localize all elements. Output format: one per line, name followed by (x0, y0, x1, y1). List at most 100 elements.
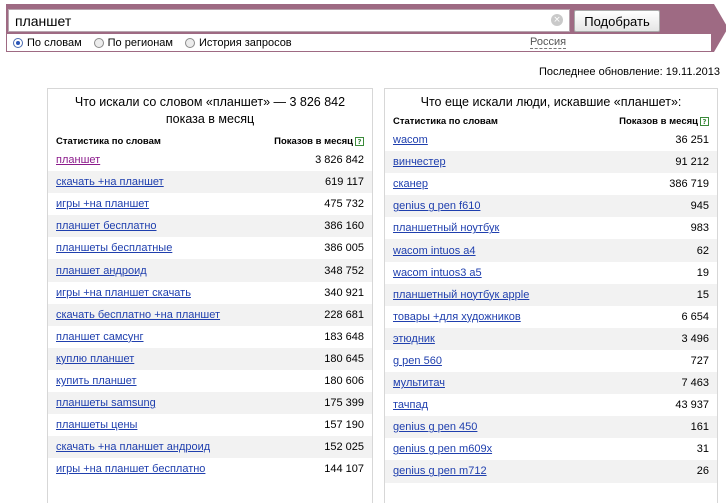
impressions-count: 475 732 (324, 198, 364, 211)
table-row: планшетный ноутбук apple 15 (385, 283, 717, 306)
table-row: планшет самсунг 183 648 (48, 325, 372, 348)
impressions-count: 183 648 (324, 330, 364, 343)
impressions-count: 19 (696, 266, 709, 279)
radio-selected-icon[interactable] (13, 38, 23, 48)
phrase-link[interactable]: игры +на планшет бесплатно (56, 463, 205, 475)
phrase-list: планшет 3 826 842 скачать +на планшет 619 … (48, 149, 372, 481)
impressions-count: 31 (696, 443, 709, 456)
table-row: g pen 560 727 (385, 349, 717, 373)
radio-icon[interactable] (93, 38, 104, 48)
phrase-link[interactable]: планшеты samsung (56, 397, 156, 409)
mode-by-words[interactable]: По словам (13, 37, 82, 49)
impressions-count: 91 212 (675, 156, 709, 169)
phrase-link[interactable]: планшеты бесплатные (56, 242, 172, 254)
table-header: Статистика по словам Показов в месяц ? (385, 113, 717, 129)
table-row: wacom 36 251 (385, 129, 717, 152)
phrase-link[interactable]: куплю планшет (56, 353, 134, 365)
table-row: планшеты цены 157 190 (48, 414, 372, 437)
phrase-link[interactable]: genius g pen f610 (393, 200, 480, 212)
phrase-link[interactable]: genius g pen m712 (393, 465, 487, 477)
impressions-count: 26 (696, 465, 709, 478)
phrase-link[interactable]: планшет самсунг (56, 331, 144, 343)
impressions-count: 62 (696, 244, 709, 257)
impressions-count: 386 160 (324, 220, 364, 233)
mode-label: По регионам (107, 37, 173, 49)
table-row: мультитач 7 463 (385, 372, 717, 395)
search-mode-group: По словам По регионам История запросов (13, 36, 304, 50)
table-row: куплю планшет 180 645 (48, 347, 372, 370)
phrase-link[interactable]: планшет бесплатно (56, 220, 157, 232)
phrase-link[interactable]: планшеты цены (56, 419, 137, 431)
column-count: Показов в месяц (619, 115, 698, 127)
phrase-link[interactable]: скачать +на планшет андроид (56, 441, 210, 453)
phrase-link[interactable]: игры +на планшет скачать (56, 287, 191, 299)
table-row: genius g pen m712 26 (385, 460, 717, 483)
phrase-link[interactable]: мультитач (393, 377, 445, 389)
impressions-count: 228 681 (324, 308, 364, 321)
phrase-link[interactable]: скачать +на планшет (56, 176, 164, 188)
phrase-link[interactable]: тачпад (393, 399, 428, 411)
table-row: винчестер 91 212 (385, 151, 717, 174)
impressions-count: 348 752 (324, 264, 364, 277)
mode-query-history[interactable]: История запросов (185, 37, 292, 49)
table-row: товары +для художников 6 654 (385, 305, 717, 328)
impressions-count: 15 (696, 288, 709, 301)
clear-icon[interactable]: × (551, 14, 563, 26)
impressions-count: 340 921 (324, 286, 364, 299)
table-row: сканер 386 719 (385, 173, 717, 196)
impressions-count: 386 005 (324, 242, 364, 255)
table-row: планшет бесплатно 386 160 (48, 215, 372, 238)
phrase-link[interactable]: скачать бесплатно +на планшет (56, 309, 220, 321)
phrase-link[interactable]: сканер (393, 178, 428, 190)
impressions-count: 983 (690, 222, 709, 235)
impressions-count: 3 496 (681, 332, 709, 345)
phrase-link[interactable]: wacom intuos a4 (393, 245, 476, 257)
phrase-link[interactable]: g pen 560 (393, 355, 442, 367)
impressions-count: 144 107 (324, 463, 364, 476)
submit-button[interactable]: Подобрать (574, 10, 660, 32)
phrase-link[interactable]: genius g pen 450 (393, 421, 477, 433)
table-row: скачать +на планшет 619 117 (48, 171, 372, 194)
phrase-link[interactable]: планшетный ноутбук (393, 222, 499, 234)
table-row: genius g pen 450 161 (385, 416, 717, 439)
phrase-link[interactable]: планшет (56, 154, 100, 166)
region-selector[interactable]: Россия (530, 36, 567, 49)
impressions-count: 727 (690, 354, 709, 367)
phrase-link[interactable]: планшет андроид (56, 265, 147, 277)
search-input[interactable] (8, 9, 570, 32)
impressions-count: 619 117 (325, 176, 364, 189)
help-icon[interactable]: ? (700, 116, 709, 126)
table-row: этюдник 3 496 (385, 327, 717, 350)
impressions-count: 161 (690, 421, 709, 434)
table-row: игры +на планшет 475 732 (48, 193, 372, 216)
impressions-count: 7 463 (681, 377, 709, 390)
table-row: скачать бесплатно +на планшет 228 681 (48, 303, 372, 326)
panel-title: Что еще искали люди, искавшие «планшет»: (420, 95, 682, 109)
related-with-word-panel: Что искали со словом «планшет» — 3 826 8… (47, 88, 373, 503)
phrase-link[interactable]: genius g pen m609x (393, 443, 492, 455)
table-row: wacom intuos3 a5 19 (385, 261, 717, 284)
table-row: игры +на планшет бесплатно 144 107 (48, 458, 372, 481)
phrase-link[interactable]: планшетный ноутбук apple (393, 289, 529, 301)
table-row: игры +на планшет скачать 340 921 (48, 281, 372, 304)
impressions-count: 945 (690, 200, 709, 213)
table-row: скачать +на планшет андроид 152 025 (48, 436, 372, 459)
radio-icon[interactable] (185, 38, 195, 48)
help-icon[interactable]: ? (355, 136, 364, 146)
phrase-link[interactable]: винчестер (393, 156, 446, 168)
phrase-link[interactable]: товары +для художников (393, 311, 521, 323)
also-searched-panel: Что еще искали люди, искавшие «планшет»:… (384, 88, 718, 503)
phrase-link[interactable]: wacom intuos3 a5 (393, 267, 482, 279)
column-phrase: Статистика по словам (393, 115, 498, 127)
table-row: планшеты samsung 175 399 (48, 392, 372, 415)
phrase-link[interactable]: этюдник (393, 333, 435, 345)
mode-label: По словам (27, 37, 82, 49)
phrase-link[interactable]: игры +на планшет (56, 198, 149, 210)
table-row: планшет андроид 348 752 (48, 259, 372, 282)
phrase-link[interactable]: wacom (393, 134, 428, 146)
impressions-count: 152 025 (324, 441, 364, 454)
mode-by-regions[interactable]: По регионам (93, 37, 173, 49)
table-row: genius g pen m609x 31 (385, 438, 717, 461)
table-row: тачпад 43 937 (385, 394, 717, 417)
phrase-link[interactable]: купить планшет (56, 375, 137, 387)
